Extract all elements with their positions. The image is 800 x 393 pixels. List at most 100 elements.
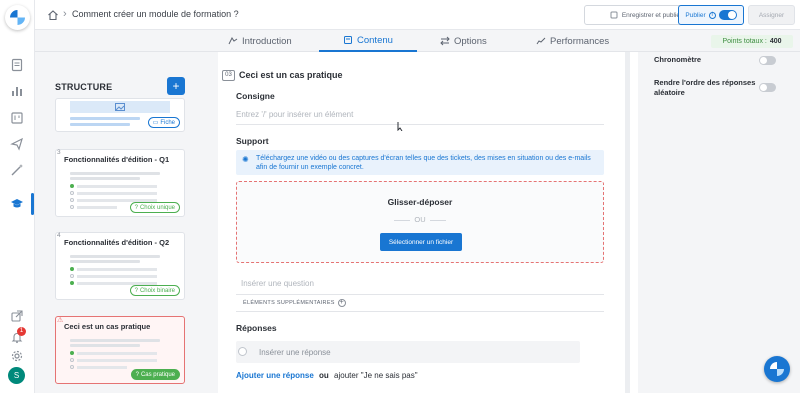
board-icon[interactable] [10, 111, 24, 125]
points-label: Points totaux : [722, 38, 767, 45]
tab-contenu-label: Contenu [357, 34, 393, 46]
card-tag-label: Choix unique [139, 204, 175, 211]
document-icon[interactable] [10, 58, 24, 72]
support-info-banner: ✺ Téléchargez une vidéo ou des captures … [236, 150, 604, 175]
structure-card-q2[interactable]: 4 Fonctionnalités d'édition - Q2 ? Choix … [55, 232, 185, 300]
help-button[interactable] [764, 356, 790, 382]
plus-circle-icon: + [337, 299, 346, 307]
card-title: Fonctionnalités d'édition - Q2 [64, 238, 170, 247]
content-icon [344, 36, 352, 44]
notification-badge: 1 [17, 327, 26, 336]
send-icon[interactable] [10, 137, 24, 151]
brand-icon [770, 362, 784, 376]
consigne-label: Consigne [236, 91, 275, 101]
add-unknown-link[interactable]: ajouter "Je ne sais pas" [334, 371, 418, 380]
card-number: 4 [57, 232, 61, 239]
app-logo[interactable] [5, 5, 30, 30]
dropzone-or: OU [237, 215, 603, 224]
answer-radio[interactable] [238, 347, 247, 356]
card-type-badge: ? Choix unique [129, 202, 180, 213]
graduation-cap-icon[interactable] [10, 197, 24, 211]
save-button-label: Enregistrer et publier [621, 11, 683, 19]
card-number: 3 [57, 149, 61, 156]
thumb-option [70, 358, 157, 362]
thumb-option [70, 267, 157, 271]
answer-input[interactable]: Insérer une réponse [259, 348, 331, 357]
tab-introduction-label: Introduction [242, 35, 292, 47]
intro-icon [228, 37, 238, 45]
question-icon: ? [134, 204, 138, 211]
thumb-line [70, 123, 130, 126]
dropzone-title: Glisser-déposer [387, 197, 453, 207]
tab-bar: Introduction Contenu Options Performance… [35, 30, 800, 52]
thumb-line [70, 260, 140, 263]
avatar[interactable]: S [8, 367, 25, 384]
divider [236, 311, 604, 312]
info-icon: i [708, 11, 716, 19]
add-answer-row: Ajouter une réponse ou ajouter "Je ne sa… [236, 371, 418, 380]
tab-performances[interactable]: Performances [536, 30, 609, 52]
add-section-button[interactable]: + [167, 77, 185, 95]
settings-panel: Chronomètre Rendre l'ordre des réponses … [645, 52, 800, 393]
chart-icon[interactable] [10, 84, 24, 98]
home-icon[interactable] [47, 9, 59, 21]
random-order-label: Rendre l'ordre des réponses aléatoire [654, 78, 756, 97]
sheet-icon: ▭ [152, 120, 159, 126]
active-indicator [31, 193, 34, 215]
fiche-thumbnail [70, 101, 170, 113]
save-icon [610, 11, 618, 19]
file-dropzone[interactable]: Glisser-déposer OU Sélectionner un fichi… [236, 181, 604, 263]
question-input[interactable]: Insérer une question [241, 279, 314, 288]
thumb-line [70, 255, 160, 258]
thumb-option [70, 365, 127, 369]
add-answer-link[interactable]: Ajouter une réponse [236, 371, 314, 380]
thumb-option [70, 191, 157, 195]
extra-elements-button[interactable]: ÉLÉMENTS SUPPLÉMENTAIRES + [243, 299, 346, 307]
tab-introduction[interactable]: Introduction [228, 30, 292, 52]
thumb-line [70, 177, 140, 180]
structure-card-fiche[interactable]: ▭ Fiche [55, 98, 185, 132]
consigne-input[interactable]: Entrez '/' pour insérer un élément [236, 110, 353, 119]
question-icon: ? [135, 371, 139, 378]
select-file-button[interactable]: Sélectionner un fichier [380, 233, 462, 251]
random-order-toggle[interactable] [759, 83, 776, 92]
publish-toggle-button[interactable]: Publier i [678, 5, 744, 25]
card-type-badge: ▭ Fiche [147, 117, 180, 128]
card-title: Ceci est un cas pratique [64, 322, 151, 331]
answer-row[interactable]: Insérer une réponse [236, 341, 580, 363]
points-value: 400 [769, 38, 782, 45]
thumb-line [70, 117, 140, 120]
card-tag-label: Choix binaire [139, 287, 175, 294]
structure-title: STRUCTURE [55, 82, 113, 92]
answers-label: Réponses [236, 323, 277, 333]
top-bar: › Comment créer un module de formation ?… [35, 0, 800, 30]
extras-label: ÉLÉMENTS SUPPLÉMENTAIRES [243, 300, 335, 306]
publish-toggle[interactable] [718, 10, 737, 20]
external-link-icon[interactable] [10, 309, 24, 323]
thumb-option [70, 205, 117, 209]
magic-wand-icon[interactable] [10, 163, 24, 177]
gear-icon[interactable] [10, 349, 24, 363]
thumb-option [70, 274, 157, 278]
chrono-label: Chronomètre [654, 55, 702, 64]
app: 1 S › Comment créer un module de formati… [0, 0, 800, 393]
page-title: Comment créer un module de formation ? [72, 9, 239, 19]
assign-button[interactable]: Assigner [748, 5, 795, 25]
tab-contenu[interactable]: Contenu [319, 30, 417, 52]
divider [236, 124, 604, 125]
thumb-option [70, 351, 157, 355]
tab-performances-label: Performances [550, 35, 610, 47]
section-number: 03 [222, 70, 235, 81]
thumb-line [70, 339, 160, 342]
publish-label: Publier [685, 11, 706, 19]
structure-card-cas-pratique[interactable]: ⚠ Ceci est un cas pratique ? Cas pratique [55, 316, 185, 384]
main-scrollbar[interactable] [625, 52, 630, 393]
options-icon [440, 36, 450, 46]
image-icon [115, 103, 125, 111]
card-tag-label: Fiche [160, 119, 175, 126]
chrono-toggle[interactable] [759, 56, 776, 65]
structure-card-q1[interactable]: 3 Fonctionnalités d'édition - Q1 ? Choix … [55, 149, 185, 217]
tab-options-label: Options [454, 35, 487, 47]
thumb-option [70, 184, 157, 188]
tab-options[interactable]: Options [440, 30, 487, 52]
